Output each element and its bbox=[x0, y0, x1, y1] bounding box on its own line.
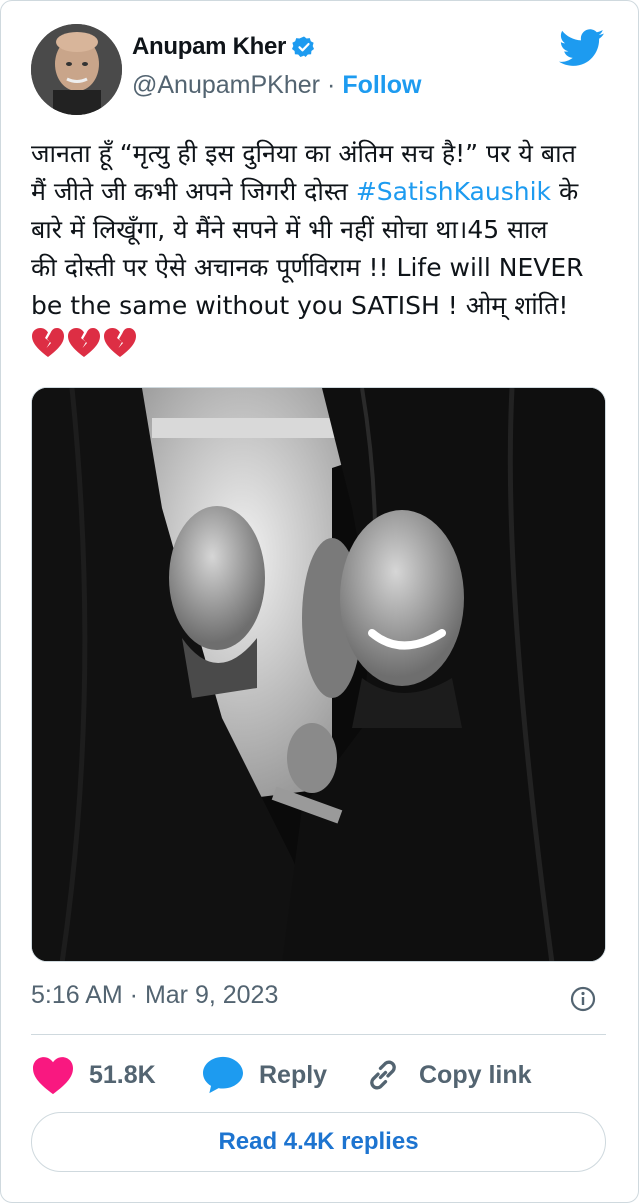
handle-row: @AnupamPKher · Follow bbox=[132, 71, 421, 100]
copy-link-label: Copy link bbox=[419, 1060, 532, 1089]
tweet-photo[interactable] bbox=[31, 387, 606, 962]
tweet-text: जानता हूँ “मृत्यु ही इस दुनिया का अंतिम … bbox=[31, 135, 611, 359]
reply-bubble-icon bbox=[203, 1056, 243, 1094]
avatar[interactable] bbox=[31, 24, 122, 115]
tweet-line-4: की दोस्ती पर ऐसे अचानक पूर्णविराम !! Lif… bbox=[31, 253, 584, 282]
tweet-line-2-text: मैं जीते जी कभी अपने जिगरी दोस्त bbox=[31, 177, 356, 206]
divider bbox=[31, 1034, 606, 1035]
hashtag-link[interactable]: #SatishKaushik bbox=[356, 177, 551, 206]
info-icon[interactable] bbox=[568, 984, 598, 1014]
broken-heart-emojis bbox=[31, 327, 611, 359]
author-handle[interactable]: @AnupamPKher bbox=[132, 71, 320, 100]
action-bar: 51.8K Reply Copy link bbox=[31, 1050, 532, 1100]
verified-badge-icon bbox=[292, 35, 316, 59]
read-replies-button[interactable]: Read 4.4K replies bbox=[31, 1112, 606, 1172]
broken-heart-icon bbox=[68, 328, 100, 357]
tweet-card: Anupam Kher @AnupamPKher · Follow जानता … bbox=[0, 0, 639, 1203]
broken-heart-icon bbox=[32, 328, 64, 357]
tweet-line-1: जानता हूँ “मृत्यु ही इस दुनिया का अंतिम … bbox=[31, 139, 576, 168]
tweet-timestamp[interactable]: 5:16 AM · Mar 9, 2023 bbox=[31, 981, 278, 1010]
reply-button[interactable]: Reply bbox=[201, 1055, 361, 1095]
separator-dot: · bbox=[326, 71, 336, 99]
tweet-line-2: मैं जीते जी कभी अपने जिगरी दोस्त #Satish… bbox=[31, 173, 611, 211]
tweet-line-5: be the same without you SATISH ! ओम् शां… bbox=[31, 291, 569, 320]
copy-link-button[interactable]: Copy link bbox=[361, 1055, 532, 1095]
link-icon bbox=[370, 1060, 396, 1090]
twitter-bird-icon[interactable] bbox=[559, 29, 605, 67]
reply-label: Reply bbox=[259, 1060, 328, 1089]
follow-button[interactable]: Follow bbox=[342, 71, 421, 100]
tweet-line-2-tail: के bbox=[551, 177, 579, 206]
author-name[interactable]: Anupam Kher bbox=[132, 33, 286, 61]
like-count: 51.8K bbox=[89, 1060, 156, 1089]
heart-icon bbox=[33, 1057, 73, 1095]
author-name-row[interactable]: Anupam Kher bbox=[132, 33, 316, 61]
tweet-line-3: बारे में लिखूँगा, ये मैंने सपने में भी न… bbox=[31, 215, 548, 244]
like-button[interactable]: 51.8K bbox=[31, 1055, 201, 1095]
broken-heart-icon bbox=[104, 328, 136, 357]
